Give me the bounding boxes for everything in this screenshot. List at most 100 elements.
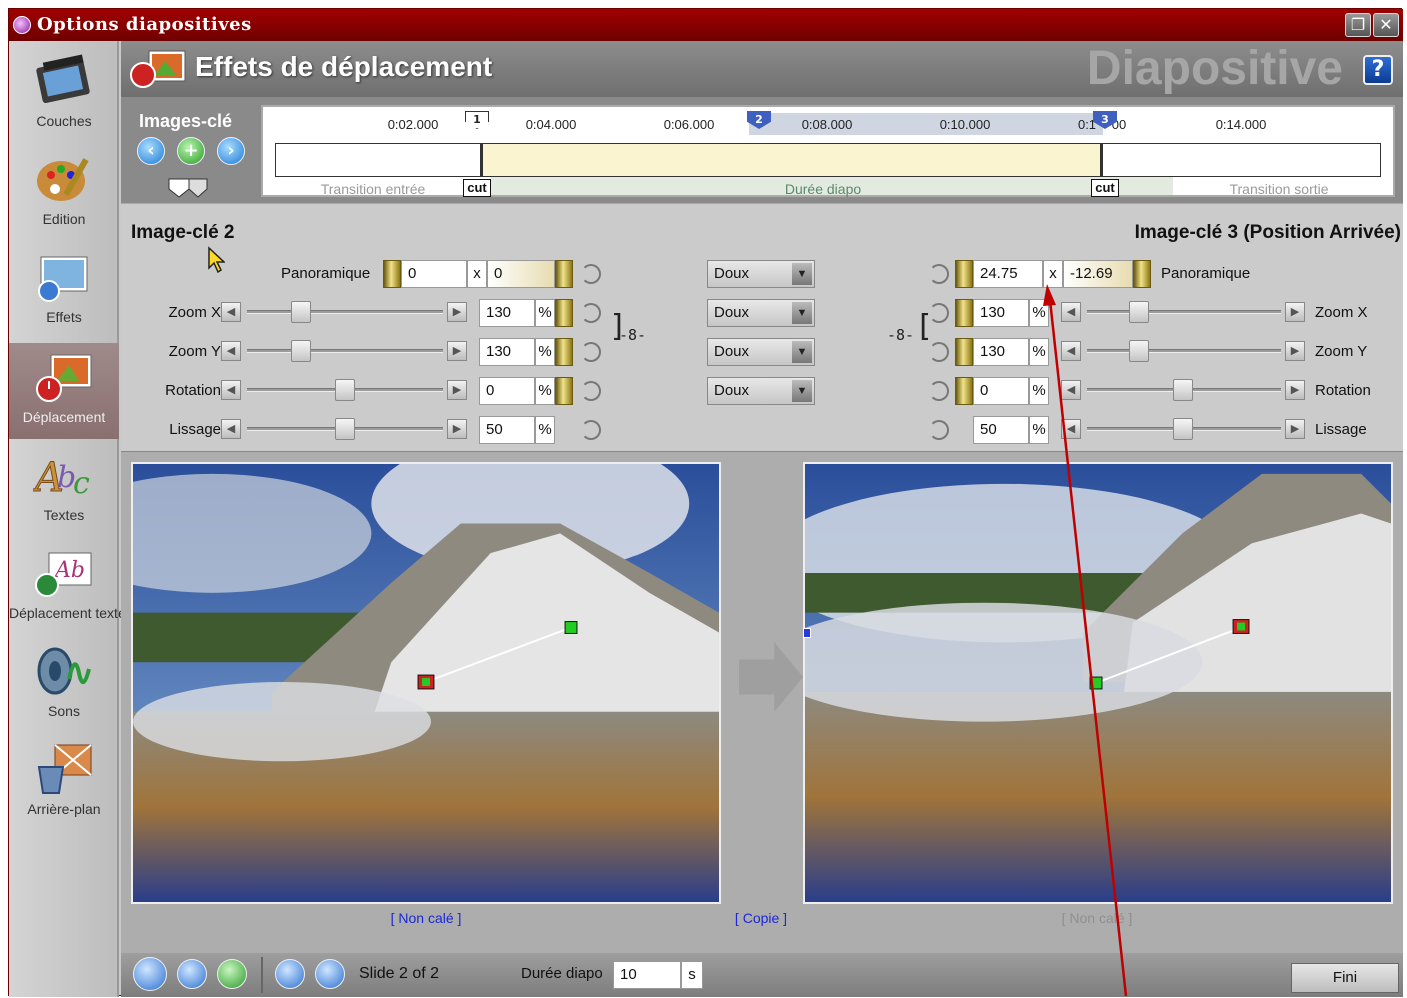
sidebar-item-deplacement[interactable]: Déplacement: [9, 343, 119, 439]
tick-label: 0:14.000: [1215, 117, 1267, 132]
right-rotation-decrement-button[interactable]: ◀: [1061, 380, 1081, 400]
move-photo-icon: [36, 354, 92, 402]
left-rotation-increment-button[interactable]: ▶: [447, 380, 467, 400]
next-keyframe-button[interactable]: ›: [217, 137, 245, 165]
zoom-x-easing-select[interactable]: Doux ▼: [707, 299, 815, 327]
previous-keyframe-button[interactable]: ‹: [137, 137, 165, 165]
sidebar-item-arriere-plan[interactable]: Arrière-plan: [9, 735, 119, 831]
timeline[interactable]: 0:02.000 0:04.000 0:06.000 0:08.000 0:10…: [261, 105, 1395, 197]
toolbar-divider: [261, 957, 263, 993]
left-rotation-decrement-button[interactable]: ◀: [221, 380, 241, 400]
svg-text:c: c: [73, 466, 90, 501]
start-frame-photo[interactable]: [131, 462, 721, 904]
left-zoom-link-toggle[interactable]: -8-: [619, 326, 646, 344]
sidebar-item-sons[interactable]: Sons: [9, 637, 119, 733]
right-pan-y-input[interactable]: -12.69: [1063, 260, 1133, 288]
zoom-out-icon[interactable]: [133, 957, 167, 991]
right-zoom-y-input[interactable]: 130: [973, 338, 1029, 366]
left-zoom-x-decrement-button[interactable]: ◀: [221, 302, 241, 322]
tick-label: 0:04.000: [525, 117, 577, 132]
previous-slide-icon[interactable]: [275, 959, 305, 989]
left-zoom-y-reset-icon[interactable]: [581, 342, 601, 362]
cut-out-toggle[interactable]: cut: [1091, 179, 1119, 197]
left-zoom-y-increment-button[interactable]: ▶: [447, 341, 467, 361]
right-zoom-y-increment-button[interactable]: ▶: [1285, 341, 1305, 361]
right-rotation-increment-button[interactable]: ▶: [1285, 380, 1305, 400]
end-frame-photo[interactable]: [803, 462, 1393, 904]
left-zoom-y-slider-thumb[interactable]: [291, 340, 311, 362]
left-zoom-x-reset-icon[interactable]: [581, 303, 601, 323]
right-zoom-link-toggle[interactable]: -8-: [887, 326, 914, 344]
slide-counter: Slide 2 of 2: [359, 965, 440, 982]
left-rotation-input[interactable]: 0: [479, 377, 535, 405]
left-lissage-reset-icon[interactable]: [581, 420, 601, 440]
right-lissage-input[interactable]: 50: [973, 416, 1029, 444]
left-zoom-x-slider-thumb[interactable]: [291, 301, 311, 323]
right-pan-separator: x: [1043, 260, 1063, 288]
slide-duration-label: Durée diapo: [521, 965, 603, 982]
left-lissage-increment-button[interactable]: ▶: [447, 419, 467, 439]
zoom-in-icon[interactable]: [177, 959, 207, 989]
start-frame-status[interactable]: [ Non calé ]: [391, 910, 462, 926]
right-zoom-x-input[interactable]: 130: [973, 299, 1029, 327]
left-pan-reset-icon[interactable]: [581, 264, 601, 284]
keyframe-flags-icon[interactable]: [167, 177, 211, 199]
right-zoom-y-slider-track[interactable]: [1087, 349, 1281, 353]
right-rotation-reset-icon[interactable]: [929, 381, 949, 401]
right-zoom-x-slider-thumb[interactable]: [1129, 301, 1149, 323]
close-window-button[interactable]: ✕: [1373, 13, 1399, 37]
right-lissage-increment-button[interactable]: ▶: [1285, 419, 1305, 439]
done-button[interactable]: Fini: [1291, 963, 1399, 993]
slide-duration-input[interactable]: 10: [613, 961, 681, 989]
right-lissage-slider-thumb[interactable]: [1173, 418, 1193, 440]
left-lissage-input[interactable]: 50: [479, 416, 535, 444]
left-pan-x-input[interactable]: 0: [401, 260, 467, 288]
right-pan-x-input[interactable]: 24.75: [973, 260, 1043, 288]
sidebar-item-textes[interactable]: A b c Textes: [9, 441, 119, 537]
help-button[interactable]: ?: [1363, 55, 1393, 85]
left-zoom-y-decrement-button[interactable]: ◀: [221, 341, 241, 361]
right-pan-reset-icon[interactable]: [929, 264, 949, 284]
pan-easing-select[interactable]: Doux ▼: [707, 260, 815, 288]
cut-in-toggle[interactable]: cut: [463, 179, 491, 197]
sidebar-item-effets[interactable]: Effets: [9, 243, 119, 339]
left-lissage-decrement-button[interactable]: ◀: [221, 419, 241, 439]
left-zoom-y-input[interactable]: 130: [479, 338, 535, 366]
keyframe-marker-3[interactable]: 3: [1093, 111, 1117, 135]
zoom-y-easing-select[interactable]: Doux ▼: [707, 338, 815, 366]
sidebar-item-deplacement-texte[interactable]: Ab Déplacement texte: [9, 539, 126, 635]
left-rotation-reset-icon[interactable]: [581, 381, 601, 401]
frame-handle[interactable]: [803, 628, 811, 638]
left-zoom-x-slider-track[interactable]: [247, 310, 443, 314]
rotation-easing-select[interactable]: Doux ▼: [707, 377, 815, 405]
left-rotation-slider-thumb[interactable]: [335, 379, 355, 401]
play-icon[interactable]: [217, 959, 247, 989]
next-slide-icon[interactable]: [315, 959, 345, 989]
left-zoom-y-slider-track[interactable]: [247, 349, 443, 353]
sidebar-item-couches[interactable]: Couches: [9, 47, 119, 143]
right-rotation-input[interactable]: 0: [973, 377, 1029, 405]
copy-link[interactable]: [ Copie ]: [735, 910, 787, 926]
sidebar-item-edition[interactable]: Edition: [9, 145, 119, 241]
end-frame-status: [ Non calé ]: [1061, 910, 1133, 926]
right-zoom-y-decrement-button[interactable]: ◀: [1061, 341, 1081, 361]
right-zoom-y-reset-icon[interactable]: [929, 342, 949, 362]
left-zoom-x-input[interactable]: 130: [479, 299, 535, 327]
right-zoom-x-decrement-button[interactable]: ◀: [1061, 302, 1081, 322]
keyframe-marker-2[interactable]: 2: [747, 111, 771, 135]
left-lissage-slider-thumb[interactable]: [335, 418, 355, 440]
right-lissage-decrement-button[interactable]: ◀: [1061, 419, 1081, 439]
keyframe-marker-1[interactable]: 1: [465, 111, 489, 135]
right-zoom-x-increment-button[interactable]: ▶: [1285, 302, 1305, 322]
svg-text:Ab: Ab: [53, 558, 85, 583]
right-zoom-x-slider-track[interactable]: [1087, 310, 1281, 314]
timeline-track[interactable]: [275, 143, 1381, 177]
add-keyframe-button[interactable]: +: [177, 137, 205, 165]
restore-window-button[interactable]: ❐: [1345, 13, 1371, 37]
left-zoom-x-increment-button[interactable]: ▶: [447, 302, 467, 322]
right-lissage-reset-icon[interactable]: [929, 420, 949, 440]
right-rotation-slider-thumb[interactable]: [1173, 379, 1193, 401]
right-zoom-y-slider-thumb[interactable]: [1129, 340, 1149, 362]
left-pan-y-input[interactable]: 0: [487, 260, 555, 288]
palette-icon: [37, 158, 89, 201]
